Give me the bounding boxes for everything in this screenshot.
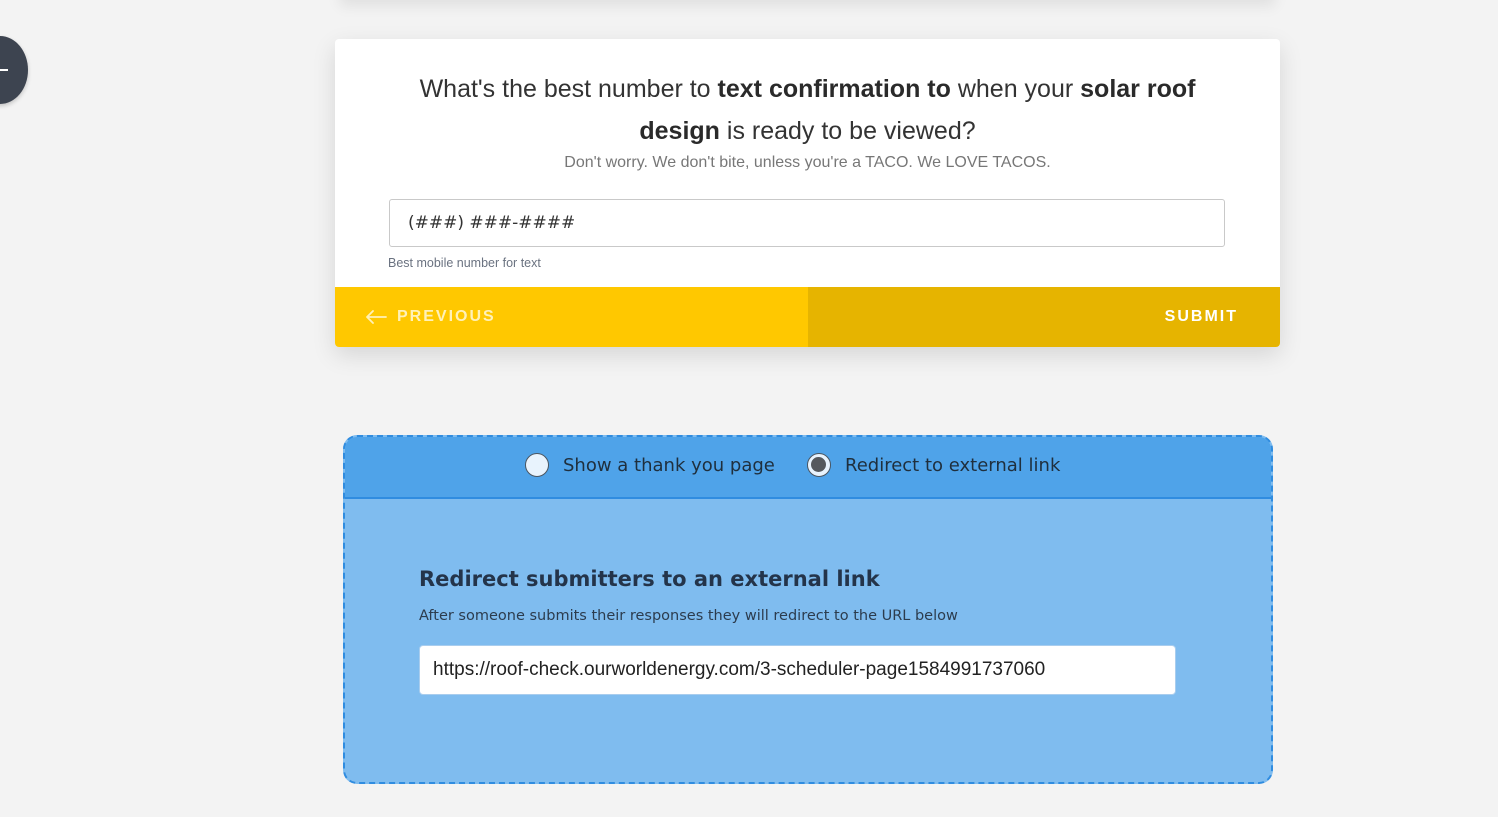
radio-label: Redirect to external link <box>845 454 1061 476</box>
add-button[interactable] <box>0 36 28 104</box>
question-subtext: Don't worry. We don't bite, unless you'r… <box>564 154 1051 171</box>
form-preview-card: What's the best number to text confirmat… <box>335 39 1280 347</box>
radio-external-link[interactable]: Redirect to external link <box>807 453 1060 477</box>
previous-button-label: PREVIOUS <box>397 308 496 325</box>
redirect-description: After someone submits their responses th… <box>419 608 958 624</box>
radio-unchecked-icon[interactable] <box>525 453 549 477</box>
previous-button[interactable]: PREVIOUS <box>335 287 808 347</box>
radio-label: Show a thank you page <box>563 454 775 476</box>
redirect-settings-panel: Show a thank you page Redirect to extern… <box>343 435 1273 784</box>
plus-icon <box>0 69 8 71</box>
question-part-bold: text confirmation to <box>717 75 951 103</box>
question-part: What's the best number to <box>419 75 718 103</box>
radio-thank-you-page[interactable]: Show a thank you page <box>525 453 775 477</box>
question-part: is ready to be viewed? <box>719 117 976 145</box>
redirect-url-input[interactable] <box>419 645 1176 695</box>
phone-helper-text: Best mobile number for text <box>388 256 541 270</box>
redirect-title: Redirect submitters to an external link <box>419 567 880 591</box>
submit-button[interactable]: SUBMIT <box>808 287 1280 347</box>
question-part: when your <box>950 75 1081 103</box>
submit-button-label: SUBMIT <box>1164 308 1238 325</box>
question-text: What's the best number to text confirmat… <box>395 68 1220 152</box>
radio-checked-icon[interactable] <box>807 453 831 477</box>
phone-input[interactable] <box>389 199 1225 247</box>
arrow-left-icon <box>366 310 387 324</box>
redirect-options-header: Show a thank you page Redirect to extern… <box>345 437 1271 499</box>
